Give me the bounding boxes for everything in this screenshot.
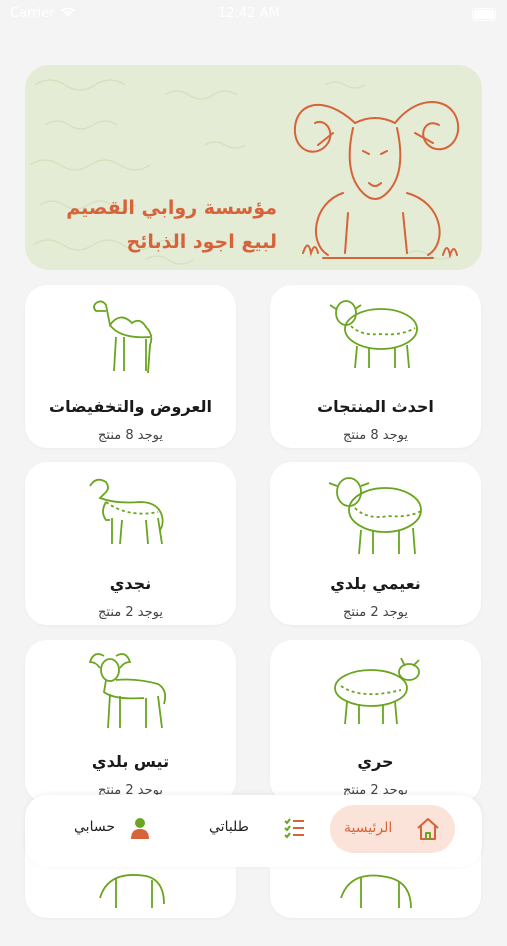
- goat-icon: [25, 646, 236, 734]
- category-title: تيس بلدي: [91, 752, 170, 771]
- category-title: نعيمي بلدي: [330, 574, 421, 593]
- goat-icon: [25, 858, 236, 946]
- category-card[interactable]: العروض والتخفيضات يوجد 8 منتج: [25, 285, 236, 448]
- nav-account[interactable]: حسابي: [70, 817, 160, 847]
- category-card[interactable]: تيس بلدي يوجد 2 منتج: [25, 640, 236, 803]
- nav-orders[interactable]: طلباتي: [205, 817, 305, 847]
- sheep-icon: [270, 468, 481, 556]
- category-title: نجدي: [109, 574, 152, 593]
- status-time: 12:42 AM: [218, 6, 280, 21]
- user-icon: [131, 818, 149, 839]
- category-count: يوجد 2 منتج: [98, 605, 163, 620]
- wifi-icon: [60, 6, 76, 22]
- ram-icon: [293, 101, 460, 259]
- home-icon: [417, 818, 439, 840]
- nav-home[interactable]: الرئيسية: [330, 805, 455, 853]
- banner-title: مؤسسة روابي القصيم: [66, 197, 277, 219]
- carrier-label: Carrier: [10, 6, 55, 21]
- orders-list-icon: [284, 818, 304, 839]
- category-count: يوجد 8 منتج: [343, 428, 408, 443]
- banner-subtitle: لبيع اجود الذبائح: [126, 231, 277, 253]
- category-title: حري: [357, 752, 394, 771]
- sheep-icon: [270, 646, 481, 734]
- category-title: احدث المنتجات: [317, 397, 434, 416]
- promo-banner[interactable]: مؤسسة روابي القصيم لبيع اجود الذبائح: [25, 65, 482, 270]
- battery-icon: [472, 8, 496, 21]
- nav-home-label: الرئيسية: [344, 820, 393, 836]
- sheep-icon: [270, 858, 481, 946]
- nav-account-label: حسابي: [74, 819, 115, 835]
- category-count: يوجد 8 منتج: [98, 428, 163, 443]
- category-title: العروض والتخفيضات: [49, 397, 212, 416]
- nav-orders-label: طلباتي: [209, 819, 249, 835]
- sheep-icon: [270, 291, 481, 379]
- category-card[interactable]: حري يوجد 2 منتج: [270, 640, 481, 803]
- bottom-navigation: الرئيسية طلباتي حسابي: [25, 795, 482, 867]
- category-count: يوجد 2 منتج: [343, 605, 408, 620]
- camel-icon: [25, 291, 236, 379]
- category-card[interactable]: نجدي يوجد 2 منتج: [25, 462, 236, 625]
- lamb-icon: [25, 468, 236, 556]
- category-card[interactable]: احدث المنتجات يوجد 8 منتج: [270, 285, 481, 448]
- category-card[interactable]: نعيمي بلدي يوجد 2 منتج: [270, 462, 481, 625]
- status-bar: Carrier 12:42 AM: [0, 0, 507, 30]
